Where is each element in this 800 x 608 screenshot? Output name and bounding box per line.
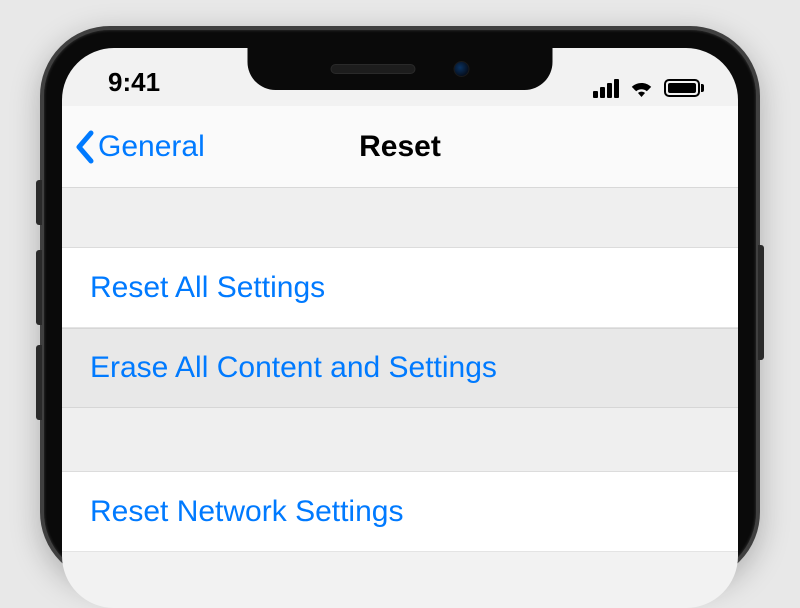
nav-bar: General Reset [62,106,738,188]
front-camera [454,61,470,77]
notch [248,48,553,90]
reset-all-settings-row[interactable]: Reset All Settings [62,248,738,328]
row-label: Reset Network Settings [90,495,403,529]
section-spacer [62,188,738,248]
battery-icon [664,79,704,97]
chevron-left-icon [74,129,98,165]
section-spacer [62,408,738,472]
page-title: Reset [359,130,441,164]
volume-down-button [36,345,42,420]
back-button[interactable]: General [74,129,205,165]
cellular-signal-icon [593,79,619,98]
erase-all-content-row[interactable]: Erase All Content and Settings [62,328,738,408]
status-icons [593,78,704,98]
wifi-icon [628,78,655,98]
mute-switch [36,180,42,225]
phone-frame: 9:41 [40,26,760,582]
speaker [331,64,416,74]
content: General Reset Reset All Settings Erase A… [62,48,738,552]
row-label: Reset All Settings [90,271,325,305]
row-label: Erase All Content and Settings [90,351,497,385]
volume-up-button [36,250,42,325]
screen: 9:41 [62,48,738,608]
reset-network-settings-row[interactable]: Reset Network Settings [62,472,738,552]
status-time: 9:41 [108,67,160,98]
side-button [758,245,764,360]
back-label: General [98,130,205,164]
